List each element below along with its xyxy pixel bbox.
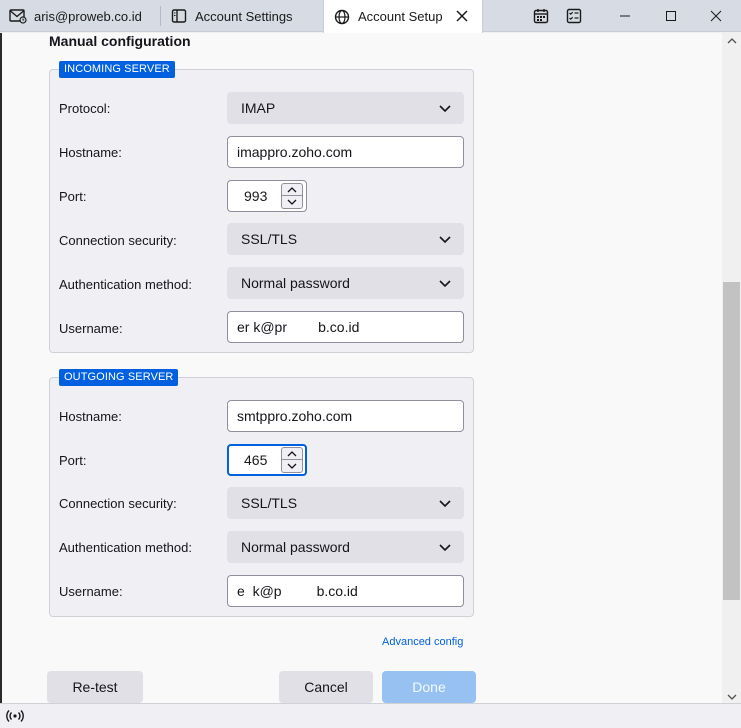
- incoming-username-value: er k@pr b.co.id: [237, 319, 360, 335]
- outgoing-hostname-input[interactable]: smtppro.zoho.com: [227, 400, 464, 432]
- retest-button[interactable]: Re-test: [47, 671, 143, 703]
- outgoing-server-legend: OUTGOING SERVER: [59, 369, 179, 386]
- close-icon[interactable]: [454, 8, 470, 24]
- incoming-auth-label: Authentication method:: [59, 277, 192, 292]
- advanced-config-link[interactable]: Advanced config: [382, 636, 463, 648]
- outgoing-security-label: Connection security:: [59, 496, 177, 511]
- wifi-signal-icon: [6, 710, 24, 722]
- incoming-port-input[interactable]: 993: [227, 180, 307, 212]
- incoming-port-label: Port:: [59, 189, 87, 204]
- tab-label: aris@proweb.co.id: [34, 8, 142, 24]
- outgoing-port-stepper[interactable]: [281, 447, 303, 473]
- chevron-up-icon[interactable]: [281, 447, 303, 460]
- incoming-port-stepper[interactable]: [281, 183, 303, 209]
- outgoing-username-value: e k@p b.co.id: [237, 583, 358, 599]
- protocol-value: IMAP: [241, 100, 276, 116]
- minimize-icon[interactable]: [609, 0, 641, 32]
- done-button[interactable]: Done: [382, 671, 476, 703]
- maximize-icon[interactable]: [655, 0, 687, 32]
- chevron-down-icon: [439, 236, 451, 244]
- outgoing-port-value: 465: [244, 452, 268, 468]
- incoming-hostname-input[interactable]: imappro.zoho.com: [227, 136, 464, 168]
- tab-label: Account Setup: [358, 9, 443, 24]
- mail-icon: [9, 7, 27, 25]
- window-close-icon[interactable]: [700, 0, 732, 32]
- outgoing-username-input[interactable]: e k@p b.co.id: [227, 575, 464, 607]
- page-title: Manual configuration: [49, 33, 191, 49]
- tasks-icon[interactable]: [558, 0, 590, 32]
- account-setup-content: Manual configuration INCOMING SERVER Pro…: [0, 33, 722, 703]
- chevron-down-icon: [439, 280, 451, 288]
- tab-mail[interactable]: aris@proweb.co.id: [0, 0, 160, 32]
- incoming-hostname-value: imappro.zoho.com: [237, 144, 353, 160]
- status-bar: [0, 703, 741, 728]
- chevron-down-icon[interactable]: [281, 196, 303, 209]
- outgoing-security-value: SSL/TLS: [241, 495, 298, 511]
- incoming-auth-value: Normal password: [241, 275, 350, 291]
- incoming-server-legend: INCOMING SERVER: [59, 61, 175, 78]
- scroll-up-icon[interactable]: [722, 33, 741, 49]
- outgoing-security-select[interactable]: SSL/TLS: [227, 487, 464, 519]
- incoming-auth-select[interactable]: Normal password: [227, 267, 464, 299]
- incoming-username-input[interactable]: er k@pr b.co.id: [227, 311, 464, 343]
- tab-account-settings[interactable]: Account Settings: [161, 0, 323, 32]
- window-edge: [0, 33, 2, 703]
- scrollbar-thumb[interactable]: [723, 282, 740, 600]
- outgoing-port-input[interactable]: 465: [227, 444, 307, 476]
- chevron-up-icon[interactable]: [281, 183, 303, 196]
- tab-label: Account Settings: [195, 8, 293, 24]
- incoming-username-label: Username:: [59, 321, 123, 336]
- outgoing-auth-label: Authentication method:: [59, 540, 192, 555]
- settings-panel-icon: [170, 7, 188, 25]
- calendar-icon[interactable]: [525, 0, 557, 32]
- incoming-port-value: 993: [244, 188, 268, 204]
- chevron-down-icon: [439, 544, 451, 552]
- outgoing-auth-select[interactable]: Normal password: [227, 531, 464, 563]
- cancel-button[interactable]: Cancel: [279, 671, 373, 703]
- tab-bar: aris@proweb.co.id Account Settings Accou…: [0, 0, 741, 33]
- outgoing-port-label: Port:: [59, 453, 87, 468]
- incoming-hostname-label: Hostname:: [59, 145, 122, 160]
- outgoing-hostname-value: smtppro.zoho.com: [237, 408, 353, 424]
- chevron-down-icon[interactable]: [281, 460, 303, 473]
- outgoing-hostname-label: Hostname:: [59, 409, 122, 424]
- incoming-security-value: SSL/TLS: [241, 231, 298, 247]
- outgoing-auth-value: Normal password: [241, 539, 350, 555]
- incoming-security-label: Connection security:: [59, 233, 177, 248]
- protocol-label: Protocol:: [59, 101, 111, 116]
- outgoing-username-label: Username:: [59, 584, 123, 599]
- incoming-security-select[interactable]: SSL/TLS: [227, 223, 464, 255]
- protocol-select[interactable]: IMAP: [227, 92, 464, 124]
- chevron-down-icon: [439, 105, 451, 113]
- chevron-down-icon: [439, 500, 451, 508]
- globe-icon: [333, 8, 351, 26]
- tab-account-setup[interactable]: Account Setup: [323, 0, 483, 33]
